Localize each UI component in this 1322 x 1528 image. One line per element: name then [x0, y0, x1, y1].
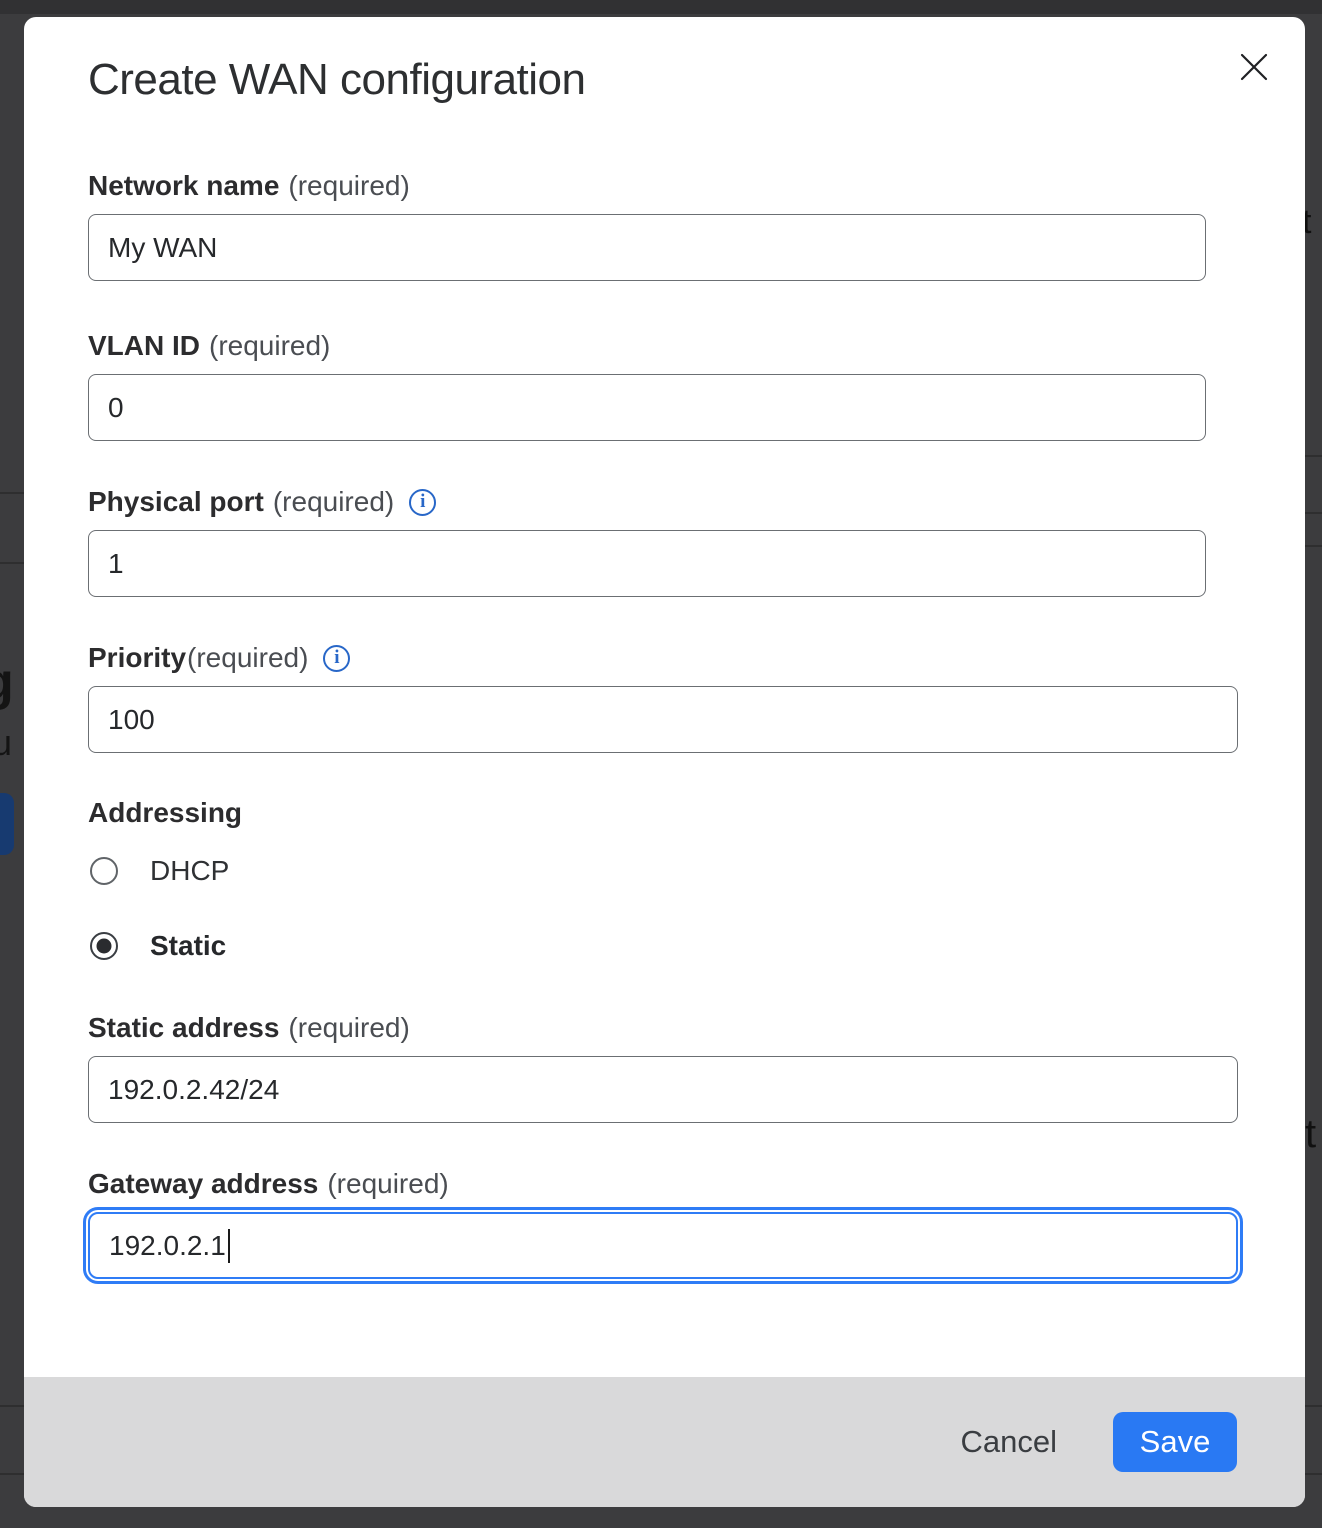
required-hint: (required) — [209, 330, 330, 362]
required-hint: (required) — [288, 1012, 409, 1044]
field-physical-port: Physical port (required) i 1 — [88, 484, 436, 520]
network-name-value: My WAN — [108, 232, 217, 264]
background-divider — [1305, 455, 1322, 457]
physical-port-label: Physical port (required) i — [88, 484, 436, 520]
field-vlan-id: VLAN ID (required) 0 — [88, 328, 330, 364]
field-gateway-address: Gateway address (required) 192.0.2.1 — [88, 1166, 449, 1202]
background-text-fragment: t — [1305, 1112, 1316, 1157]
network-name-label: Network name (required) — [88, 168, 410, 204]
create-wan-configuration-dialog: Create WAN configuration Network name (r… — [24, 17, 1305, 1507]
physical-port-value: 1 — [108, 548, 124, 580]
background-text-fragment: u — [0, 722, 12, 764]
vlan-id-value: 0 — [108, 392, 124, 424]
addressing-heading: Addressing — [88, 797, 242, 829]
field-network-name: Network name (required) My WAN — [88, 168, 410, 204]
required-hint: (required) — [327, 1168, 448, 1200]
label-text: Network name — [88, 170, 279, 202]
required-hint: (required) — [288, 170, 409, 202]
background-page-header — [0, 0, 1322, 14]
gateway-address-value: 192.0.2.1 — [109, 1230, 226, 1262]
dialog-footer: Cancel Save — [24, 1377, 1305, 1507]
background-text-fragment: t l — [1302, 203, 1322, 242]
static-address-input[interactable]: 192.0.2.42/24 — [88, 1056, 1238, 1123]
radio-option-static[interactable]: Static — [90, 931, 226, 961]
label-text: Gateway address — [88, 1168, 318, 1200]
priority-label: Priority (required) i — [88, 640, 350, 676]
text-cursor — [228, 1229, 230, 1263]
close-icon — [1239, 52, 1269, 82]
vlan-id-input[interactable]: 0 — [88, 374, 1206, 441]
label-text: Physical port — [88, 486, 264, 518]
label-text: Priority — [88, 642, 186, 674]
network-name-input[interactable]: My WAN — [88, 214, 1206, 281]
label-text: Static address — [88, 1012, 279, 1044]
radio-label-static: Static — [150, 930, 226, 962]
required-hint: (required) — [273, 486, 394, 518]
background-divider — [0, 492, 24, 494]
radio-option-dhcp[interactable]: DHCP — [90, 856, 229, 886]
save-button[interactable]: Save — [1113, 1412, 1237, 1472]
info-icon[interactable]: i — [409, 489, 436, 516]
required-hint: (required) — [187, 642, 308, 674]
background-divider — [0, 562, 24, 564]
vlan-id-label: VLAN ID (required) — [88, 328, 330, 364]
physical-port-input[interactable]: 1 — [88, 530, 1206, 597]
radio-label-dhcp: DHCP — [150, 855, 229, 887]
priority-input[interactable]: 100 — [88, 686, 1238, 753]
gateway-address-label: Gateway address (required) — [88, 1166, 449, 1202]
radio-button-dhcp[interactable] — [90, 857, 118, 885]
background-divider — [1305, 512, 1322, 514]
gateway-address-input[interactable]: 192.0.2.1 — [88, 1212, 1238, 1279]
background-button-fragment — [0, 793, 14, 855]
field-static-address: Static address (required) 192.0.2.42/24 — [88, 1010, 410, 1046]
static-address-value: 192.0.2.42/24 — [108, 1074, 279, 1106]
cancel-button[interactable]: Cancel — [955, 1416, 1064, 1468]
background-text-fragment: g — [0, 652, 14, 712]
static-address-label: Static address (required) — [88, 1010, 410, 1046]
info-icon[interactable]: i — [323, 645, 350, 672]
background-divider — [1305, 545, 1322, 547]
dialog-title: Create WAN configuration — [88, 55, 585, 105]
field-priority: Priority (required) i 100 — [88, 640, 350, 676]
label-text: VLAN ID — [88, 330, 200, 362]
close-button[interactable] — [1232, 45, 1276, 89]
priority-value: 100 — [108, 704, 155, 736]
radio-button-static[interactable] — [90, 932, 118, 960]
